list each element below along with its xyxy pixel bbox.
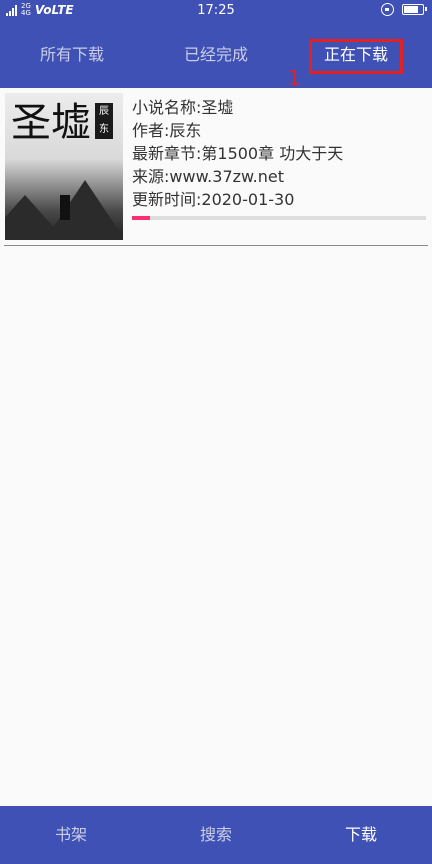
download-progress-bar	[132, 216, 426, 220]
nav-search[interactable]: 搜索	[166, 806, 266, 864]
cover-tower	[60, 195, 70, 220]
tab-all-downloads[interactable]: 所有下载	[12, 22, 132, 88]
battery-icon	[402, 4, 427, 15]
download-progress-fill	[132, 216, 150, 220]
list-item[interactable]: 圣墟 辰东 小说名称:圣墟 作者:辰东 最新章节:第1500章 功大于天 来源:…	[0, 88, 432, 246]
status-time: 17:25	[197, 3, 235, 18]
cover-author-seal: 辰东	[95, 103, 113, 139]
book-name: 小说名称:圣墟	[132, 98, 234, 117]
bottom-nav: 书架 搜索 下载	[0, 806, 432, 864]
book-source: 来源:www.37zw.net	[132, 167, 284, 186]
book-author: 作者:辰东	[132, 121, 202, 140]
download-tabs: 所有下载 已经完成 正在下载 1	[0, 22, 432, 90]
book-latest-chapter: 最新章节:第1500章 功大于天	[132, 144, 344, 163]
nav-download[interactable]: 下载	[311, 806, 411, 864]
annotation-marker: 1	[288, 66, 301, 90]
nav-bookshelf[interactable]: 书架	[21, 806, 121, 864]
tab-completed[interactable]: 已经完成	[156, 22, 276, 88]
cover-title: 圣墟	[11, 100, 91, 146]
lock-rotation-icon	[381, 3, 394, 16]
cover-mountain	[45, 180, 123, 240]
status-bar: 2G 4G VoLTE 17:25	[0, 0, 432, 22]
book-cover: 圣墟 辰东	[5, 93, 123, 240]
divider	[4, 245, 428, 246]
book-updated-time: 更新时间:2020-01-30	[132, 190, 295, 209]
status-right	[381, 3, 427, 16]
annotation-highlight-box	[309, 39, 403, 74]
